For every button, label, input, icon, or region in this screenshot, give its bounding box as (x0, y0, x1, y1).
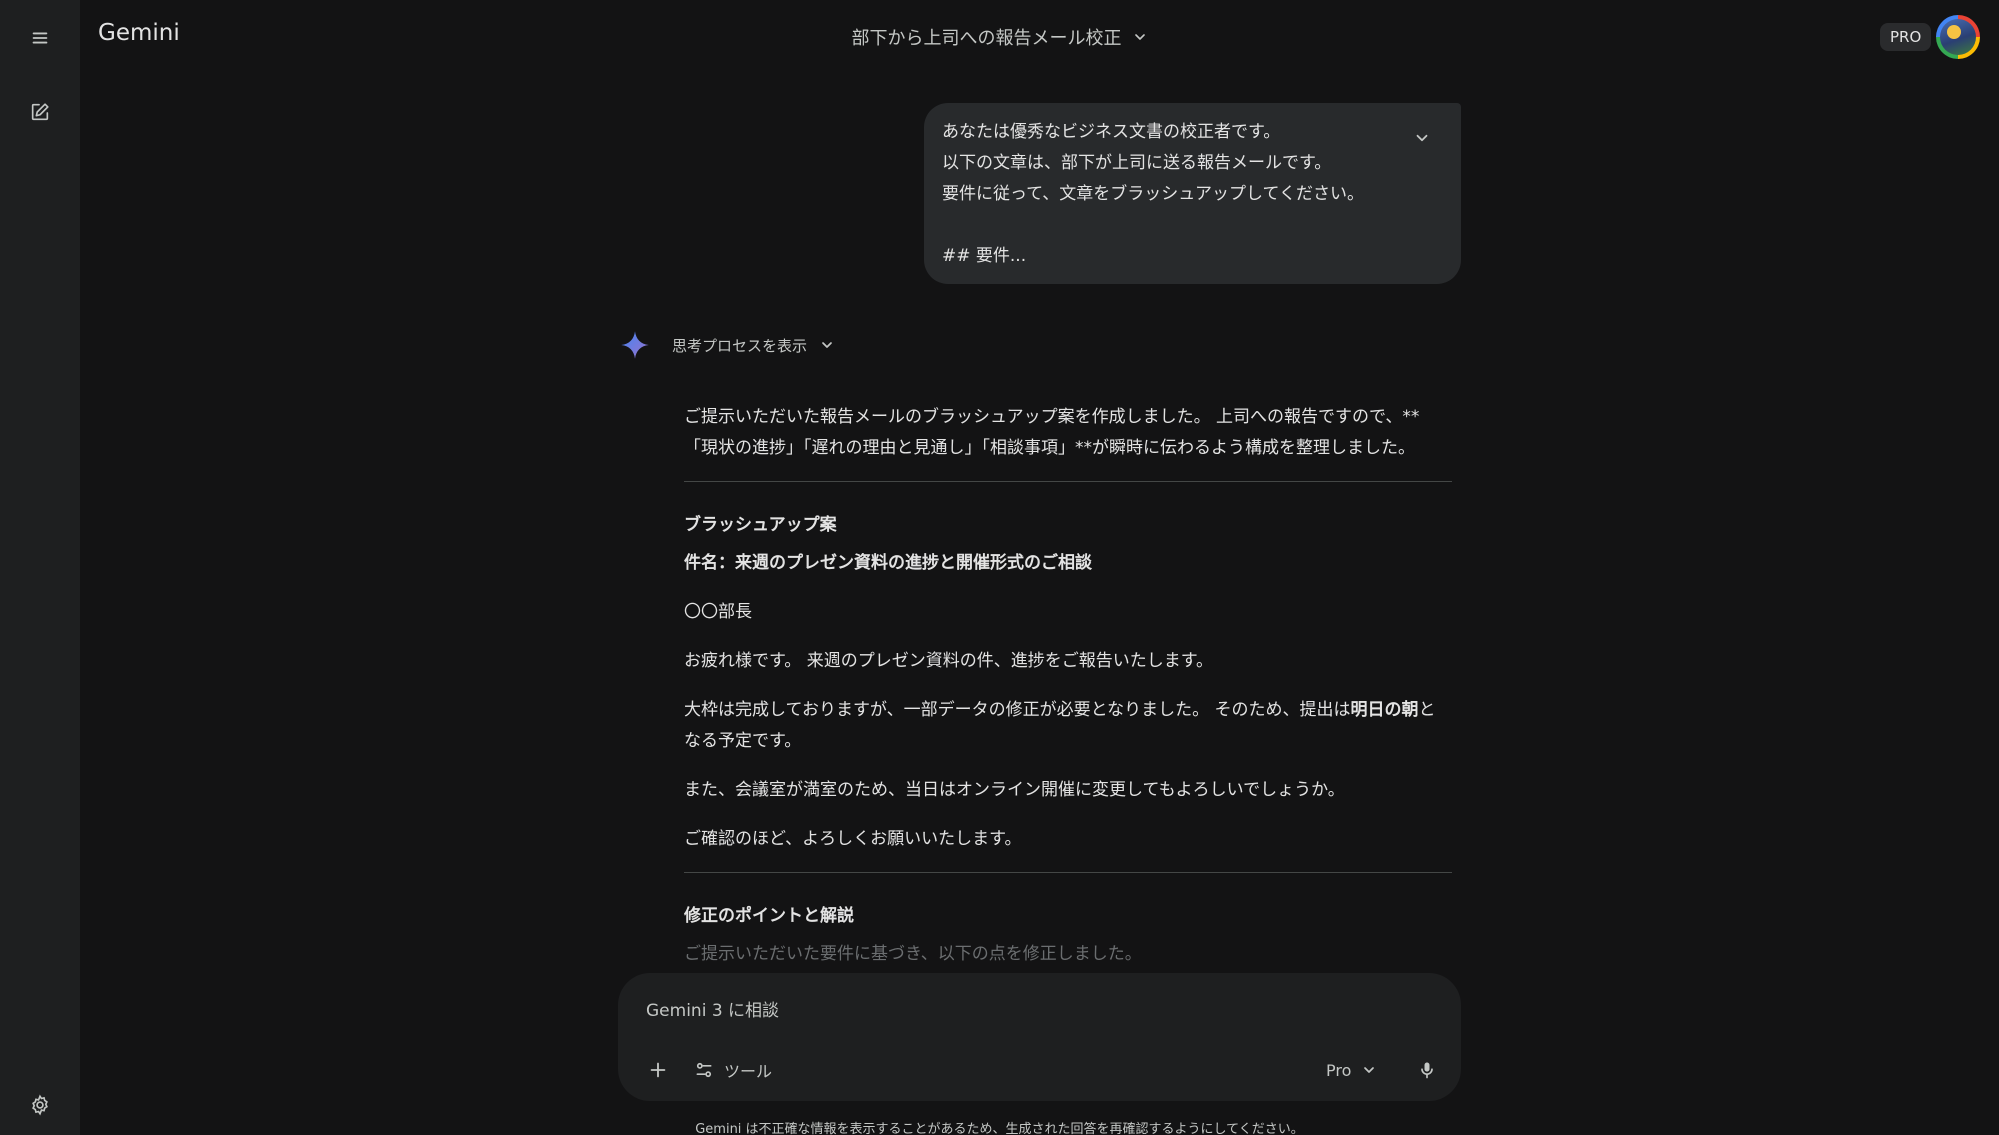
add-files-plus-icon[interactable] (638, 1050, 678, 1090)
show-thinking-button[interactable]: 思考プロセスを表示 (672, 335, 835, 356)
gemini-app: Gemini 部下から上司への報告メール校正 PRO あなたは優秀なビジネス文書… (0, 0, 1999, 1135)
email-text: 大枠は完成しておりますが、一部データの修正が必要となりました。 そのため、提出は (684, 700, 1351, 720)
response-paragraph: ご提示いただいた要件に基づき、以下の点を修正しました。 (684, 944, 1142, 964)
model-response: ご提示いただいた報告メールのブラッシュアップ案を作成しました。 上司への報告です… (684, 402, 1452, 970)
thinking-row: 思考プロセスを表示 (620, 330, 835, 360)
email-paragraph: ご確認のほど、よろしくお願いいたします。 (684, 829, 1022, 849)
model-selector[interactable]: Pro (1326, 1053, 1377, 1087)
disclaimer-text: Gemini は不正確な情報を表示することがあるため、生成された回答を再確認する… (695, 1122, 1304, 1135)
model-label: Pro (1326, 1060, 1352, 1080)
chevron-down-icon (1134, 34, 1145, 40)
sidebar (0, 0, 80, 1135)
email-paragraph: お疲れ様です。 来週のプレゼン資料の件、進捗をご報告いたします。 (684, 651, 1214, 671)
expand-message-chevron-icon[interactable] (1411, 127, 1433, 149)
email-subject: 件名：来週のプレゼン資料の進捗と開催形式のご相談 (684, 553, 1092, 573)
conversation-title-text: 部下から上司への報告メール校正 (851, 28, 1122, 49)
conversation-title: 部下から上司への報告メール校正 (0, 24, 1999, 50)
avatar-image (1940, 19, 1976, 55)
user-message-bubble: あなたは優秀なビジネス文書の校正者です。 以下の文章は、部下が上司に送る報告メー… (924, 103, 1461, 284)
tools-button[interactable]: ツール (694, 1053, 772, 1087)
response-intro-line: 「現状の進捗」「遅れの理由と見通し」「相談事項」**が瞬時に伝わるよう構成を整理… (684, 438, 1415, 458)
conversation-title-button[interactable]: 部下から上司への報告メール校正 (852, 24, 1148, 50)
chevron-down-icon (1364, 1067, 1375, 1073)
gemini-spark-icon (621, 331, 649, 359)
divider (684, 481, 1452, 482)
email-paragraph: また、会議室が満室のため、当日はオンライン開催に変更してもよろしいでしょうか。 (684, 780, 1345, 800)
account-avatar[interactable] (1936, 15, 1980, 59)
show-thinking-label: 思考プロセスを表示 (672, 336, 808, 355)
section-heading: ブラッシュアップ案 (684, 515, 837, 535)
new-chat-edit-icon[interactable] (20, 92, 60, 132)
divider (684, 872, 1452, 873)
tools-sliders-icon (696, 1062, 712, 1078)
user-message-line: あなたは優秀なビジネス文書の校正者です。 (942, 122, 1281, 142)
email-salutation: 〇〇部長 (684, 602, 752, 622)
email-text-bold: 明日の朝 (1350, 700, 1419, 720)
user-message-line (942, 210, 1441, 241)
pro-plan-badge[interactable]: PRO (1880, 23, 1932, 51)
email-paragraph: 大枠は完成しておりますが、一部データの修正が必要となりました。 そのため、提出は… (684, 695, 1452, 757)
prompt-input-box: ツール Pro (618, 973, 1461, 1101)
tools-label: ツール (724, 1062, 773, 1081)
user-message-line: 要件に従って、文章をブラッシュアップしてください。 (942, 184, 1364, 204)
user-message-line: 以下の文章は、部下が上司に送る報告メールです。 (942, 153, 1332, 173)
chevron-down-icon (822, 342, 832, 348)
section-heading: 修正のポイントと解説 (684, 906, 854, 926)
microphone-icon[interactable] (1407, 1050, 1447, 1090)
prompt-input[interactable] (644, 995, 1408, 1027)
user-message-line: ## 要件... (942, 246, 1027, 266)
response-intro-line: ご提示いただいた報告メールのブラッシュアップ案を作成しました。 上司への報告です… (684, 407, 1420, 427)
